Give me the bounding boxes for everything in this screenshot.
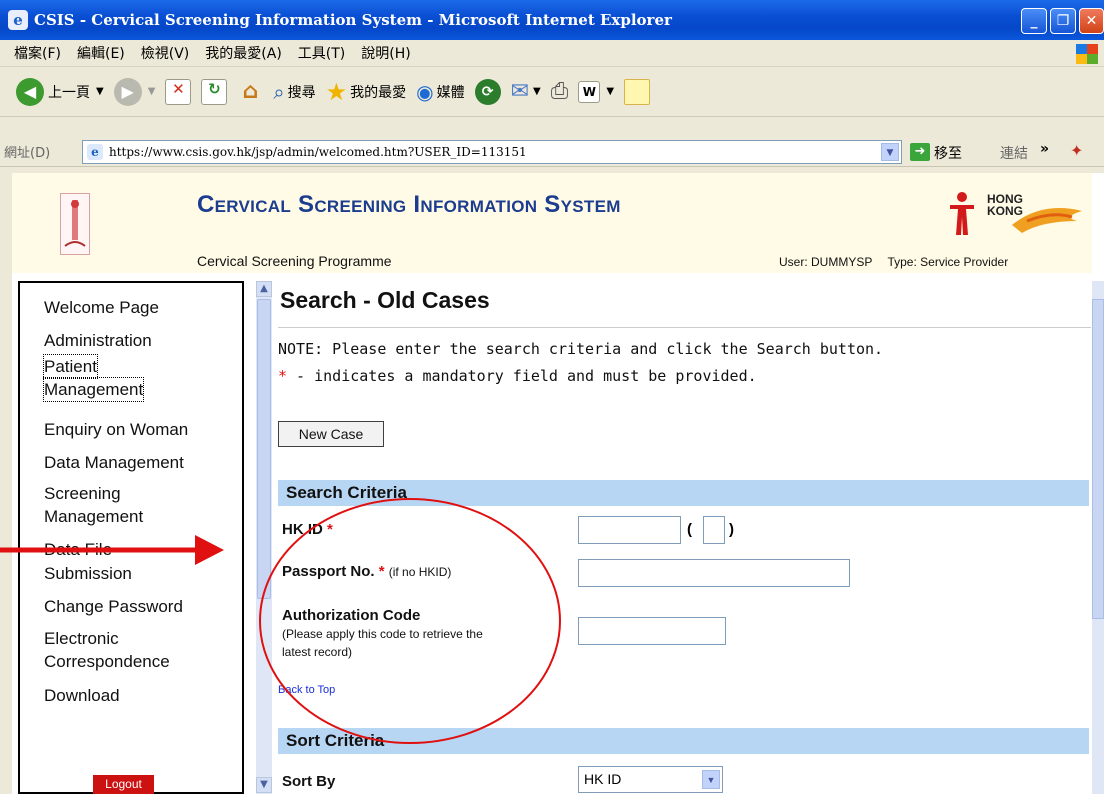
chevron-down-icon[interactable]: ▼ xyxy=(881,143,899,161)
home-icon[interactable]: ⌂ xyxy=(237,79,263,105)
translate-icon[interactable]: ✦ xyxy=(1070,141,1083,160)
chevron-down-icon[interactable]: ▼ xyxy=(96,86,104,97)
search-button-label[interactable]: 搜尋 xyxy=(288,82,316,102)
search-icon[interactable]: ⌕ xyxy=(273,80,284,104)
ie-logo-icon: e xyxy=(8,10,28,30)
stop-icon[interactable]: ✕ xyxy=(165,78,192,105)
chevron-right-icon[interactable]: » xyxy=(1040,141,1049,157)
mail-icon[interactable]: ✉ xyxy=(511,79,529,104)
back-button-label[interactable]: 上一頁 xyxy=(48,82,90,102)
window-title: CSIS - Cervical Screening Information Sy… xyxy=(34,11,672,29)
address-label: 網址(D) xyxy=(4,146,51,161)
forward-arrow-icon[interactable]: ▶ xyxy=(113,77,142,106)
links-label[interactable]: 連結 xyxy=(1000,143,1028,163)
address-bar: 網址(D) e https://www.csis.gov.hk/jsp/admi… xyxy=(0,137,1104,167)
history-icon[interactable]: ⟳ xyxy=(474,78,501,105)
windows-logo-icon xyxy=(1076,44,1098,64)
media-button-label[interactable]: 媒體 xyxy=(437,82,465,102)
url-field[interactable]: e https://www.csis.gov.hk/jsp/admin/welc… xyxy=(82,140,902,164)
menu-bar: 檔案(F) 編輯(E) 檢視(V) 我的最愛(A) 工具(T) 說明(H) xyxy=(0,40,1104,67)
title-bar: e CSIS - Cervical Screening Information … xyxy=(0,0,1104,40)
page-icon: e xyxy=(87,144,103,160)
media-icon[interactable]: ◉ xyxy=(416,80,433,104)
menu-favorites[interactable]: 我的最愛(A) xyxy=(205,43,282,63)
edit-word-icon[interactable]: W xyxy=(578,80,601,103)
url-text[interactable]: https://www.csis.gov.hk/jsp/admin/welcom… xyxy=(109,145,527,159)
menu-tools[interactable]: 工具(T) xyxy=(298,43,345,63)
page-frame: Cervical Screening Information System Ce… xyxy=(0,173,1104,794)
close-button[interactable]: ✕ xyxy=(1079,8,1104,34)
browser-window: e CSIS - Cervical Screening Information … xyxy=(0,0,1104,794)
minimize-button[interactable]: _ xyxy=(1021,8,1047,34)
favorites-star-icon[interactable]: ★ xyxy=(326,78,348,106)
print-icon[interactable]: ⎙ xyxy=(551,79,569,104)
toolbar: ◀ 上一頁 ▼ ▶ ▼ ✕ ↻ ⌂ ⌕ 搜尋 ★ 我的最愛 ◉ 媒體 ⟳ ✉ ▼… xyxy=(0,67,1104,117)
go-arrow-icon[interactable]: ➜ xyxy=(910,143,930,161)
annotation-overlay xyxy=(0,498,561,744)
favorites-button-label[interactable]: 我的最愛 xyxy=(350,82,406,102)
messenger-note-icon[interactable] xyxy=(624,78,651,105)
annotation-ellipse xyxy=(259,498,561,744)
refresh-icon[interactable]: ↻ xyxy=(201,78,228,105)
chevron-down-icon[interactable]: ▼ xyxy=(148,86,156,97)
menu-file[interactable]: 檔案(F) xyxy=(14,43,61,63)
go-button-label[interactable]: 移至 xyxy=(934,143,962,163)
chevron-down-icon[interactable]: ▼ xyxy=(606,86,614,97)
menu-edit[interactable]: 編輯(E) xyxy=(77,43,125,63)
restore-button[interactable]: ❐ xyxy=(1050,8,1076,34)
back-arrow-icon[interactable]: ◀ xyxy=(16,77,44,106)
menu-view[interactable]: 檢視(V) xyxy=(141,43,190,63)
annotation-arrow-head xyxy=(195,535,224,565)
chevron-down-icon[interactable]: ▼ xyxy=(533,86,541,97)
menu-help[interactable]: 說明(H) xyxy=(361,43,410,63)
